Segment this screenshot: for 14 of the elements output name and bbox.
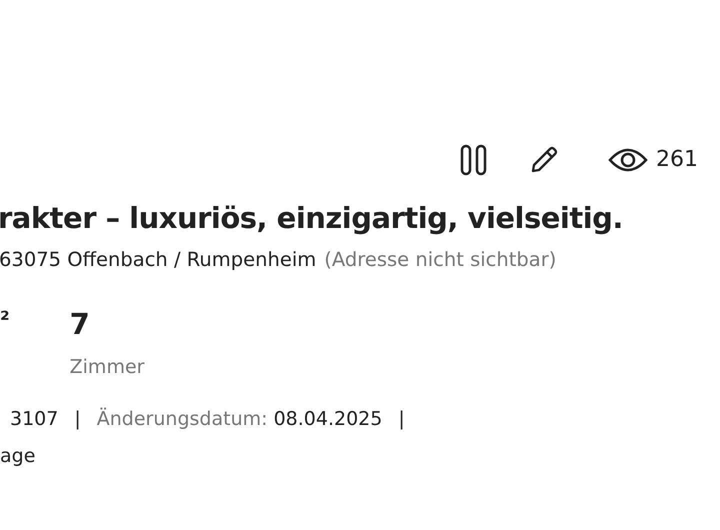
listing-title: rakter – luxuriös, einzigartig, vielseitig. [0,200,624,237]
fact-label: Zimmer [70,354,144,380]
separator-text: | [398,407,405,432]
fact-value: ² [0,306,10,335]
separator-text: | [74,407,81,432]
change-date-value: 08.04.2025 [274,408,382,430]
view-count: 261 [656,146,698,174]
address-text: 63075 Offenbach / Rumpenheim [0,246,316,272]
meta-text: age [0,444,36,469]
address-note: (Adresse nicht sichtbar) [324,246,556,272]
listing-id: 3107 [10,407,58,432]
pause-icon[interactable] [460,144,488,176]
change-date-label: Änderungsdatum: [96,408,268,430]
fact-value: 7 [70,310,91,339]
